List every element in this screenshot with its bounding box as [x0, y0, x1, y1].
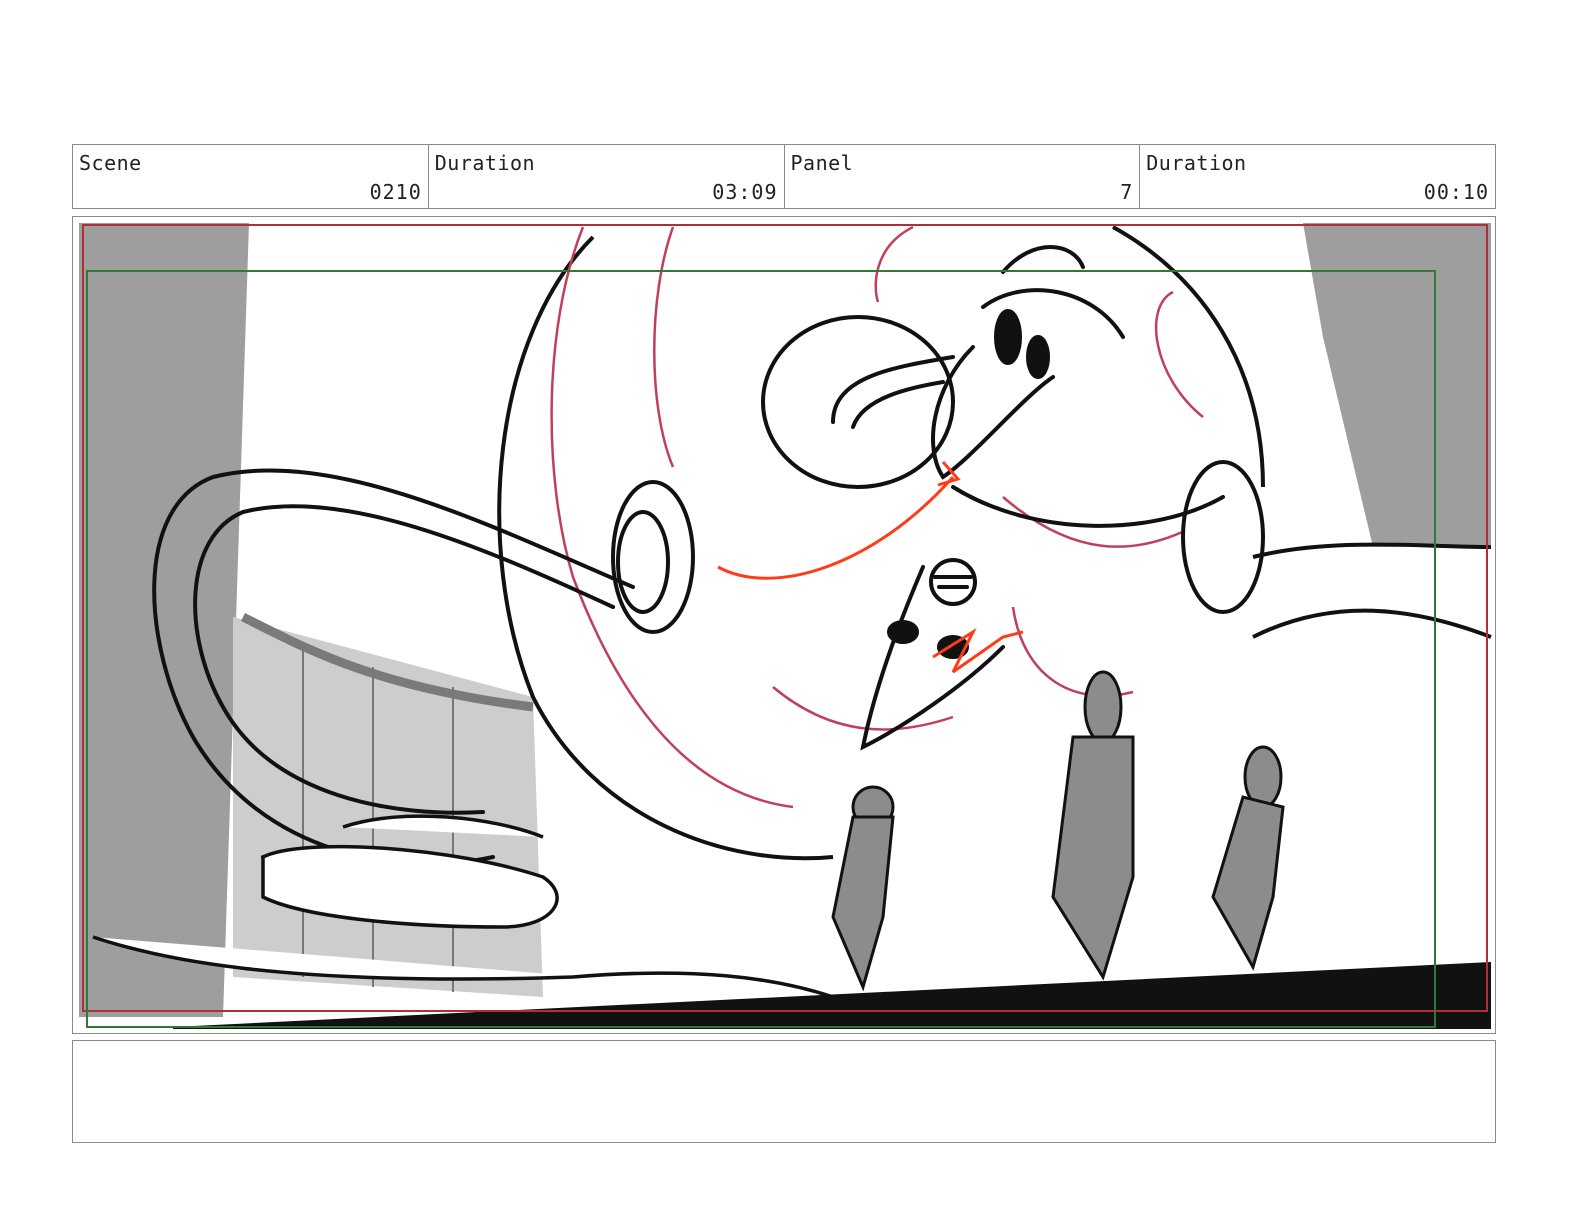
panel-notes-box — [72, 1040, 1496, 1143]
panel-duration-label: Duration — [1146, 151, 1247, 175]
scene-duration-cell: Duration 03:09 — [429, 145, 785, 208]
villain-head — [761, 245, 1225, 528]
scene-cell: Scene 0210 — [73, 145, 429, 208]
scene-duration-label: Duration — [434, 151, 536, 175]
panel-info-header: Scene 0210 Duration 03:09 Panel 7 Durati… — [72, 144, 1496, 209]
direction-arrows — [717, 461, 1024, 674]
panel-duration-cell: Duration 00:10 — [1140, 145, 1495, 208]
storyboard-panel-frame — [72, 216, 1496, 1034]
scene-number: 0210 — [369, 180, 422, 204]
panel-label: Panel — [790, 151, 854, 175]
panel-number: 7 — [1120, 180, 1134, 204]
scene-label: Scene — [79, 151, 142, 175]
scene-duration-value: 03:09 — [712, 180, 778, 204]
bottom-figures — [831, 670, 1285, 992]
storyboard-sketch — [79, 223, 1492, 1029]
panel-duration-value: 00:10 — [1423, 180, 1489, 204]
panel-cell: Panel 7 — [785, 145, 1141, 208]
